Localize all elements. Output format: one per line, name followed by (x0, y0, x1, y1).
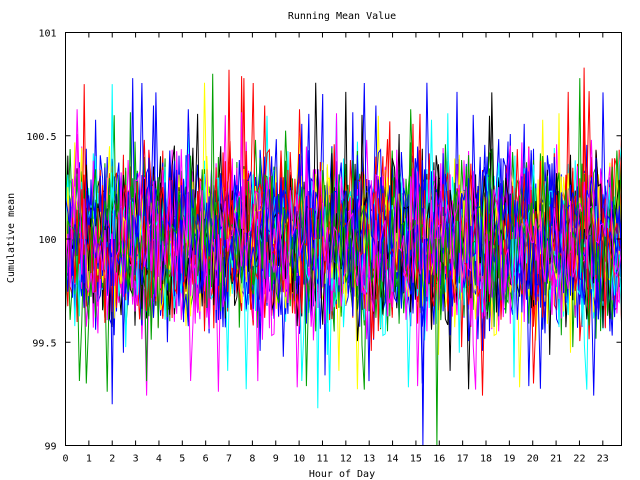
x-tick-label: 2 (109, 454, 115, 465)
x-tick-label: 17 (457, 454, 469, 465)
x-tick-label: 20 (527, 454, 539, 465)
running-mean-chart: Running Mean Value Cumulative mean Hour … (6, 11, 622, 480)
x-tick-label: 14 (387, 454, 399, 465)
chart-title: Running Mean Value (288, 11, 396, 22)
x-tick-label: 16 (433, 454, 445, 465)
x-tick-label: 10 (293, 454, 305, 465)
y-tick-label: 99.5 (32, 338, 56, 349)
x-tick-label: 3 (133, 454, 139, 465)
x-tick-label: 18 (480, 454, 492, 465)
x-tick-label: 0 (62, 454, 68, 465)
y-tick-label: 100.5 (26, 132, 56, 143)
x-tick-label: 15 (410, 454, 422, 465)
x-tick-label: 8 (249, 454, 255, 465)
y-tick-label: 101 (38, 29, 56, 40)
series-lines (65, 67, 622, 446)
y-tick-label: 100 (38, 235, 56, 246)
x-tick-label: 6 (203, 454, 209, 465)
x-axis-label: Hour of Day (309, 469, 375, 480)
x-tick-label: 13 (363, 454, 375, 465)
x-tick-label: 5 (179, 454, 185, 465)
y-tick-label: 99 (44, 442, 56, 453)
x-tick-label: 19 (503, 454, 515, 465)
x-tick-label: 23 (597, 454, 609, 465)
x-tick-label: 12 (340, 454, 352, 465)
x-tick-label: 21 (550, 454, 562, 465)
x-tick-label: 7 (226, 454, 232, 465)
x-tick-label: 1 (86, 454, 92, 465)
x-tick-label: 9 (273, 454, 279, 465)
x-tick-label: 22 (573, 454, 585, 465)
y-axis-label: Cumulative mean (6, 193, 17, 283)
x-tick-label: 11 (316, 454, 328, 465)
x-tick-label: 4 (156, 454, 162, 465)
